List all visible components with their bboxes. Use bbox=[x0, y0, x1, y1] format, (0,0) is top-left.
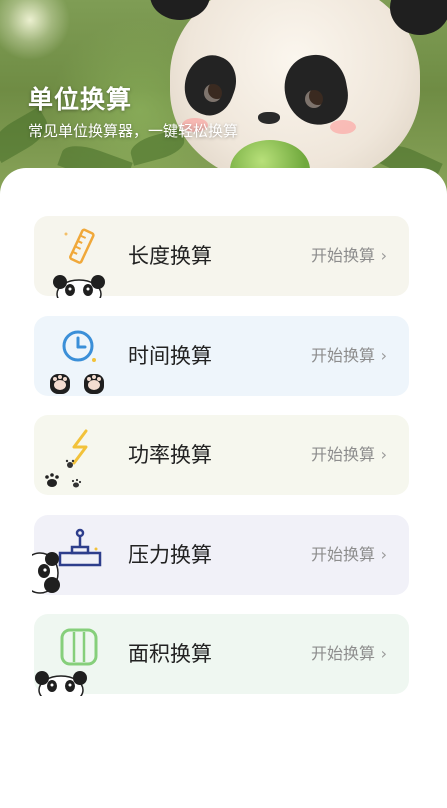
chevron-right-icon: › bbox=[380, 346, 387, 365]
chevron-right-icon: › bbox=[380, 445, 387, 464]
pressure-conversion-card[interactable]: 压力换算 开始换算 › bbox=[32, 515, 409, 595]
panda-paws-decoration-icon bbox=[50, 374, 104, 394]
panda-peek-decoration-icon bbox=[32, 552, 60, 594]
card-label: 功率换算 bbox=[128, 443, 212, 467]
card-label: 面积换算 bbox=[128, 642, 212, 666]
start-conversion-link[interactable]: 开始换算 bbox=[311, 415, 375, 495]
start-conversion-link[interactable]: 开始换算 bbox=[311, 515, 375, 595]
panda-face-decoration-icon bbox=[35, 671, 87, 696]
card-label: 压力换算 bbox=[128, 543, 212, 567]
pressure-gauge-icon bbox=[58, 528, 102, 567]
panda-face-decoration-icon bbox=[53, 275, 105, 298]
power-conversion-card[interactable]: 功率换算 开始换算 › bbox=[34, 415, 409, 495]
card-label: 长度换算 bbox=[128, 244, 212, 268]
chevron-right-icon: › bbox=[380, 545, 387, 564]
area-conversion-card[interactable]: 面积换算 开始换算 › bbox=[34, 614, 409, 696]
page-title: 单位换算 bbox=[28, 85, 133, 114]
page-subtitle: 常见单位换算器，一键轻松换算 bbox=[28, 122, 239, 140]
paw-prints-decoration-icon bbox=[45, 459, 82, 488]
start-conversion-link[interactable]: 开始换算 bbox=[311, 216, 375, 296]
card-label: 时间换算 bbox=[128, 344, 212, 368]
chevron-right-icon: › bbox=[380, 246, 387, 265]
start-conversion-link[interactable]: 开始换算 bbox=[311, 614, 375, 694]
start-conversion-link[interactable]: 开始换算 bbox=[311, 316, 375, 396]
length-conversion-card[interactable]: 长度换算 开始换算 › bbox=[34, 216, 409, 298]
time-conversion-card[interactable]: 时间换算 开始换算 › bbox=[34, 316, 409, 396]
chevron-right-icon: › bbox=[380, 644, 387, 663]
